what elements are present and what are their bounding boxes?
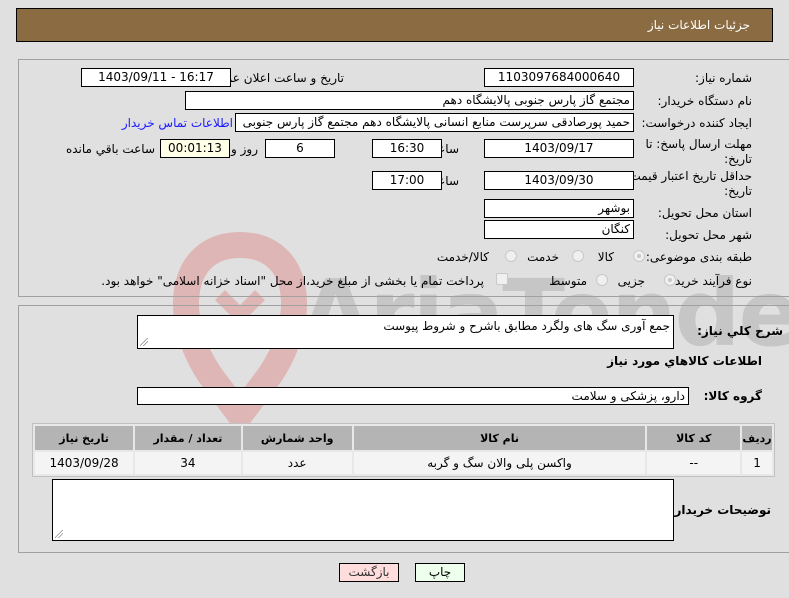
cell-goods-name: واکسن پلی والان سگ و گربه bbox=[353, 452, 646, 474]
remaining-time-label: ساعت باقي مانده bbox=[65, 142, 155, 156]
requester-label: ایجاد کننده درخواست: bbox=[641, 116, 752, 130]
remaining-days-field: 6 bbox=[265, 139, 335, 158]
category-radio-goods[interactable] bbox=[633, 250, 645, 262]
price-validity-time-field: 17:00 bbox=[372, 171, 442, 190]
remaining-days-label: روز و bbox=[231, 142, 258, 156]
col-header-row-number: ردیف bbox=[742, 426, 772, 450]
goods-table-header: ردیف کد کالا نام کالا واحد شمارش تعداد /… bbox=[35, 426, 772, 450]
cell-quantity: 34 bbox=[135, 452, 241, 474]
treasury-payment-note: پرداخت تمام یا بخشی از مبلغ خرید،از محل … bbox=[101, 274, 484, 288]
province-label: استان محل تحویل: bbox=[657, 206, 752, 220]
col-header-quantity: تعداد / مقدار bbox=[135, 426, 241, 450]
remaining-time-field: 00:01:13 bbox=[160, 139, 230, 158]
announce-datetime-field: 1403/09/11 - 16:17 bbox=[81, 68, 231, 87]
description-label: شرح کلي نياز: bbox=[697, 324, 783, 338]
col-header-unit: واحد شمارش bbox=[242, 426, 352, 450]
price-validity-label-line1: حداقل تاریخ اعتبار قیمت: تا bbox=[614, 169, 752, 183]
province-field: بوشهر bbox=[484, 199, 634, 218]
cell-goods-code: -- bbox=[647, 452, 741, 474]
requester-field: حمید پورصادقی سرپرست منابع انسانی پالایش… bbox=[235, 113, 634, 132]
description-textarea[interactable]: جمع آوری سگ های ولگرد مطابق باشرح و شروط… bbox=[137, 315, 674, 349]
goods-group-label: گروه کالا: bbox=[703, 389, 762, 403]
category-radio-service[interactable] bbox=[572, 250, 584, 262]
goods-table: ردیف کد کالا نام کالا واحد شمارش تعداد /… bbox=[32, 423, 775, 477]
need-number-field: 1103097684000640 bbox=[484, 68, 634, 87]
price-validity-label-line2: تاریخ: bbox=[724, 184, 752, 198]
description-text: جمع آوری سگ های ولگرد مطابق باشرح و شروط… bbox=[383, 319, 670, 333]
price-validity-date-field: 1403/09/30 bbox=[484, 171, 634, 190]
goods-info-title: اطلاعات کالاهاي مورد نياز bbox=[607, 354, 762, 368]
buyer-org-label: نام دستگاه خریدار: bbox=[657, 94, 753, 108]
process-option-medium: متوسط bbox=[549, 274, 587, 288]
print-button[interactable]: چاپ bbox=[415, 563, 465, 582]
reply-deadline-time-field: 16:30 bbox=[372, 139, 442, 158]
city-label: شهر محل تحویل: bbox=[665, 228, 752, 242]
city-field: کنگان bbox=[484, 220, 634, 239]
category-option-goods: کالا bbox=[597, 250, 614, 264]
page-title: جزئیات اطلاعات نیاز bbox=[647, 18, 750, 32]
page-header: جزئیات اطلاعات نیاز bbox=[16, 8, 773, 42]
cell-row-number: 1 bbox=[742, 452, 772, 474]
buyer-org-field: مجتمع گاز پارس جنوبی پالایشگاه دهم bbox=[185, 91, 634, 110]
process-type-label: نوع فرآیند خرید : bbox=[667, 274, 752, 288]
buyer-notes-textarea[interactable] bbox=[52, 479, 674, 541]
cell-unit: عدد bbox=[242, 452, 352, 474]
cell-need-date: 1403/09/28 bbox=[35, 452, 134, 474]
treasury-payment-checkbox[interactable] bbox=[496, 273, 508, 285]
reply-deadline-label-line1: مهلت ارسال پاسخ: تا bbox=[645, 137, 752, 151]
process-option-minor: جزیی bbox=[617, 274, 645, 288]
col-header-need-date: تاریخ نیاز bbox=[35, 426, 134, 450]
process-radio-medium[interactable] bbox=[596, 274, 608, 286]
reply-deadline-label: مهلت ارسال پاسخ: تا تاریخ: bbox=[645, 137, 752, 167]
process-radio-minor[interactable] bbox=[664, 274, 676, 286]
price-validity-label: حداقل تاریخ اعتبار قیمت: تا تاریخ: bbox=[615, 169, 752, 199]
table-row: 1 -- واکسن پلی والان سگ و گربه عدد 34 14… bbox=[35, 452, 772, 474]
category-label: طبقه بندی موضوعی: bbox=[645, 250, 752, 264]
category-option-goods-service: کالا/خدمت bbox=[436, 250, 489, 264]
reply-deadline-label-line2: تاریخ: bbox=[724, 152, 752, 166]
goods-group-field: دارو، پزشکی و سلامت bbox=[137, 387, 689, 405]
category-radio-goods-service[interactable] bbox=[505, 250, 517, 262]
reply-deadline-date-field: 1403/09/17 bbox=[484, 139, 634, 158]
col-header-goods-code: کد کالا bbox=[647, 426, 741, 450]
resize-grip-icon[interactable] bbox=[140, 338, 148, 346]
buyer-contact-link[interactable]: اطلاعات تماس خریدار bbox=[122, 116, 233, 130]
back-button[interactable]: بازگشت bbox=[339, 563, 399, 582]
category-option-service: خدمت bbox=[527, 250, 559, 264]
buyer-notes-label: توضیحات خریدار: bbox=[669, 503, 771, 517]
need-number-label: شماره نیاز: bbox=[695, 71, 752, 85]
resize-grip-icon[interactable] bbox=[55, 530, 63, 538]
col-header-goods-name: نام کالا bbox=[353, 426, 646, 450]
